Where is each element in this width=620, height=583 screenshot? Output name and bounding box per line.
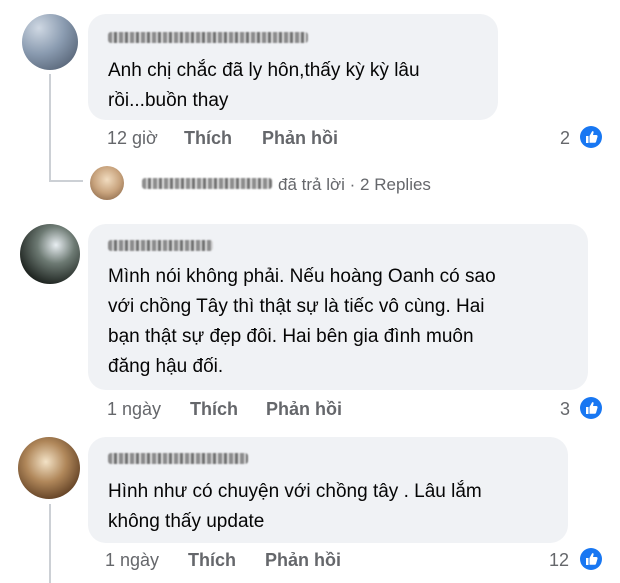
comment-text-line: Anh chị chắc đã ly hôn,thấy kỳ kỳ lâu [108,60,420,81]
like-button[interactable]: Thích [190,399,238,420]
thread-connector [49,180,83,182]
reply-button[interactable]: Phản hồi [262,128,338,149]
reply-action: đã trả lời [278,175,345,194]
reaction-count[interactable]: 2 [560,128,570,149]
reply-avatar[interactable] [90,166,124,200]
comment-bubble: Mình nói không phải. Nếu hoàng Oanh có s… [88,224,588,390]
comment-text-line: với chồng Tây thì thật sự là tiếc vô cùn… [108,296,485,317]
comment-text-line: bạn thật sự đẹp đôi. Hai bên gia đình mu… [108,326,474,347]
replier-name[interactable] [142,178,272,189]
commenter-name[interactable] [108,32,308,43]
like-icon[interactable] [580,126,602,148]
avatar[interactable] [22,14,78,70]
reply-separator: · [349,175,356,194]
comment-text-line: đăng hậu đối. [108,356,224,377]
avatar[interactable] [18,437,80,499]
like-icon[interactable] [580,548,602,570]
comment-bubble: Anh chị chắc đã ly hôn,thấy kỳ kỳ lâu rồ… [88,14,498,120]
like-icon[interactable] [580,397,602,419]
comment-bubble: Hình như có chuyện với chồng tây . Lâu l… [88,437,568,543]
like-button[interactable]: Thích [184,128,232,149]
comment-time[interactable]: 12 giờ [107,128,158,149]
like-button[interactable]: Thích [188,550,236,571]
comment-text-line: rồi...buồn thay [108,90,229,111]
comment-text-line: không thấy update [108,511,265,532]
reaction-count[interactable]: 3 [560,399,570,420]
reaction-count[interactable]: 12 [549,550,569,571]
comment-time[interactable]: 1 ngày [105,550,159,571]
commenter-name[interactable] [108,240,213,251]
reply-button[interactable]: Phản hồi [266,399,342,420]
reply-count: 2 Replies [360,175,431,194]
thread-line [49,74,51,182]
comment-text-line: Mình nói không phải. Nếu hoàng Oanh có s… [108,266,496,287]
comment-text-line: Hình như có chuyện với chồng tây . Lâu l… [108,481,482,502]
avatar[interactable] [20,224,80,284]
thread-line [49,504,51,583]
commenter-name[interactable] [108,453,248,464]
reply-button[interactable]: Phản hồi [265,550,341,571]
reply-summary[interactable]: đã trả lời · 2 Replies [278,175,431,195]
comment-time[interactable]: 1 ngày [107,399,161,420]
